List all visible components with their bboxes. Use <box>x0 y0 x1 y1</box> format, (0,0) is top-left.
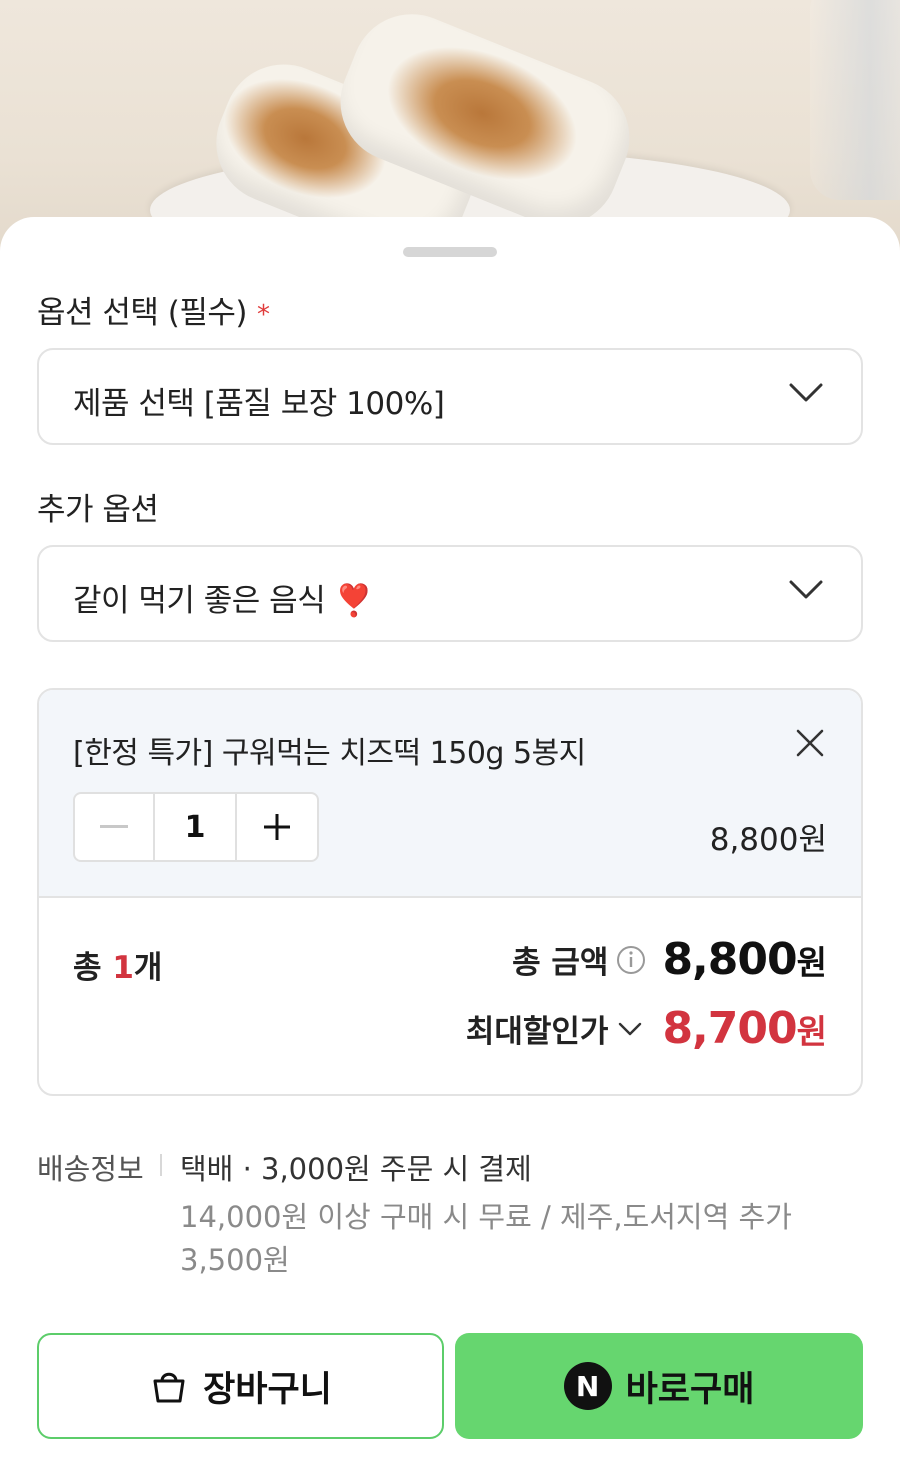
glass <box>810 0 900 200</box>
required-mark: * <box>257 300 270 330</box>
extra-label: 추가 옵션 <box>37 492 159 528</box>
divider <box>160 1154 162 1176</box>
quantity-value[interactable]: 1 <box>155 794 237 860</box>
option-sheet: 옵션 선택 (필수) * 제품 선택 [품질 보장 100%] 추가 옵션 같이 … <box>0 217 900 1462</box>
max-discount-label: 최대할인가 <box>465 1014 609 1050</box>
max-discount-value: 8,700 <box>662 1003 797 1054</box>
chevron-down-icon <box>619 1022 642 1035</box>
max-discount-unit: 원 <box>796 1011 827 1051</box>
buy-now-button[interactable]: N 바로구매 <box>455 1333 863 1439</box>
total-amount-unit: 원 <box>796 942 827 982</box>
selected-item-box: [한정 특가] 구워먹는 치즈떡 150g 5봉지 1 8,800원 총 1개 … <box>37 688 863 1096</box>
close-icon[interactable] <box>795 728 825 758</box>
chevron-down-icon <box>789 580 823 599</box>
chevron-down-icon <box>789 383 823 402</box>
shipping-sub: 14,000원 이상 구매 시 무료 / 제주,도서지역 추가 3,500원 <box>180 1200 792 1277</box>
total-amount-value: 8,800 <box>662 934 797 985</box>
max-discount-row[interactable]: 최대할인가 8,700 원 <box>466 1003 827 1054</box>
total-amount-row: 총 금액 8,800 원 <box>512 934 827 985</box>
add-to-cart-button[interactable]: 장바구니 <box>37 1333 444 1439</box>
plus-icon <box>264 814 290 840</box>
product-select-value: 제품 선택 [품질 보장 100%] <box>73 386 445 422</box>
total-amount-label: 총 금액 <box>512 945 609 981</box>
info-icon[interactable] <box>616 945 646 975</box>
shipping-label: 배송정보 <box>37 1152 144 1186</box>
shipping-main: 택배 · 3,000원 주문 시 결제 <box>180 1152 532 1186</box>
extra-select[interactable]: 같이 먹기 좋은 음식 ❣️ <box>37 545 863 642</box>
total-count-prefix: 총 <box>73 950 113 986</box>
minus-icon <box>100 825 128 828</box>
item-name: [한정 특가] 구워먹는 치즈떡 150g 5봉지 <box>73 736 586 771</box>
option-label-text: 옵션 선택 (필수) <box>37 295 248 331</box>
add-to-cart-label: 장바구니 <box>203 1369 332 1410</box>
shopping-bag-icon <box>153 1372 185 1403</box>
selected-item: [한정 특가] 구워먹는 치즈떡 150g 5봉지 1 8,800원 <box>39 690 861 898</box>
total-count: 총 1개 <box>73 942 162 987</box>
quantity-stepper: 1 <box>73 792 319 862</box>
option-label: 옵션 선택 (필수) * <box>37 287 270 332</box>
decrease-button[interactable] <box>75 794 155 860</box>
total-count-suffix: 개 <box>133 950 163 986</box>
extra-select-value: 같이 먹기 좋은 음식 ❣️ <box>73 583 373 619</box>
increase-button[interactable] <box>237 794 317 860</box>
total-count-number: 1 <box>112 950 134 986</box>
product-select[interactable]: 제품 선택 [품질 보장 100%] <box>37 348 863 445</box>
buy-now-label: 바로구매 <box>625 1369 755 1410</box>
sheet-handle[interactable] <box>403 247 497 257</box>
item-price: 8,800원 <box>709 822 827 858</box>
naver-pay-icon: N <box>563 1362 612 1410</box>
